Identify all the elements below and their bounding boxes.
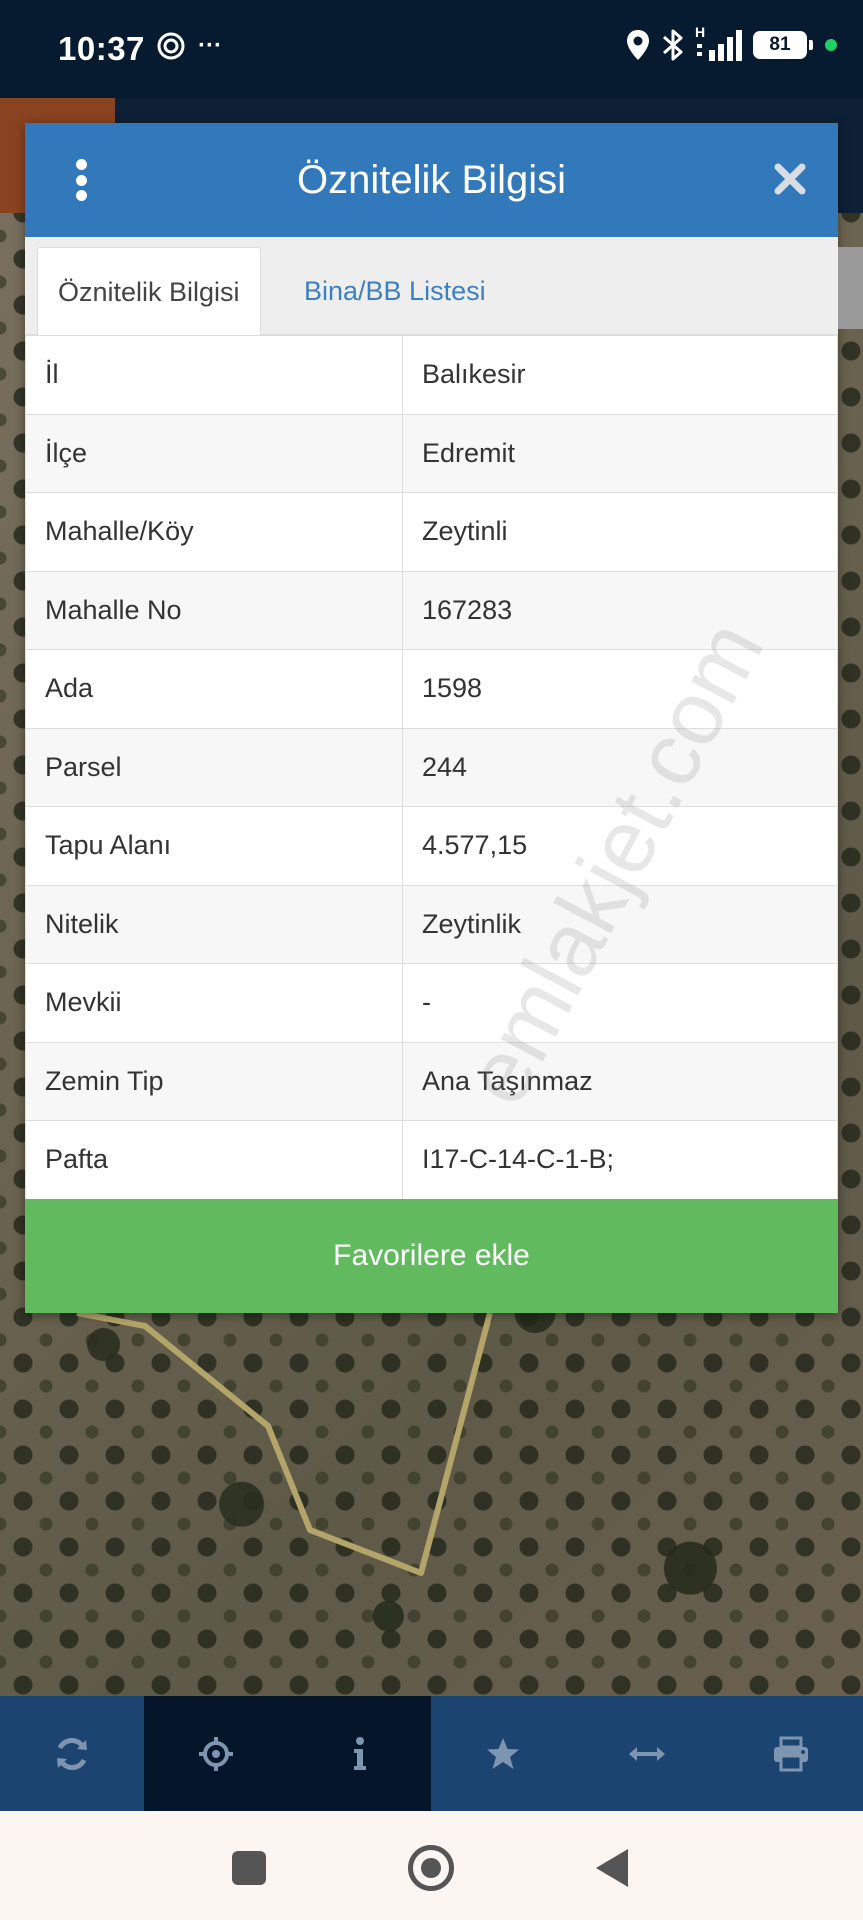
attribute-value: 1598: [402, 649, 838, 729]
table-row: Mahalle No 167283: [25, 570, 838, 650]
table-row: Tapu Alanı 4.577,15: [25, 806, 838, 886]
status-bar: 10:37 ··· H 81: [0, 0, 863, 98]
back-button[interactable]: [596, 1849, 628, 1887]
add-favorites-button[interactable]: Favorilere ekle: [25, 1199, 838, 1313]
attribute-key: Mahalle No: [25, 570, 403, 650]
info-icon: [353, 1736, 366, 1770]
attribute-value: Zeytinli: [402, 492, 838, 572]
scrollbar-thumb[interactable]: [838, 247, 863, 329]
recents-button[interactable]: [232, 1851, 266, 1885]
attribute-key: İlçe: [25, 413, 403, 493]
attribute-value: Zeytinlik: [402, 884, 838, 964]
battery-level: 81: [769, 34, 791, 55]
favorites-button[interactable]: [431, 1696, 575, 1811]
attribute-key: Mevkii: [25, 963, 403, 1043]
print-button[interactable]: [719, 1696, 863, 1811]
tab-attribute-info[interactable]: Öznitelik Bilgisi: [37, 247, 261, 336]
table-row: İlçe Edremit: [25, 413, 838, 493]
crosshair-icon: [198, 1736, 233, 1771]
kebab-menu-icon[interactable]: [75, 159, 87, 201]
attribute-key: Mahalle/Köy: [25, 492, 403, 572]
table-row: Mahalle/Köy Zeytinli: [25, 492, 838, 572]
attribute-key: İl: [25, 335, 403, 415]
attribute-key: Nitelik: [25, 884, 403, 964]
refresh-button[interactable]: [0, 1696, 144, 1811]
attribute-value: 4.577,15: [402, 806, 838, 886]
attribute-popup: Öznitelik Bilgisi Öznitelik Bilgisi Bina…: [25, 123, 838, 1313]
green-dot-icon: [825, 39, 837, 51]
bluetooth-icon: [663, 29, 683, 61]
tab-building-list[interactable]: Bina/BB Listesi: [284, 247, 506, 336]
table-row: İl Balıkesir: [25, 335, 838, 415]
star-icon: [487, 1737, 520, 1769]
attribute-key: Parsel: [25, 727, 403, 807]
location-icon: [627, 30, 649, 60]
attribute-value: Edremit: [402, 413, 838, 493]
print-icon: [774, 1736, 809, 1771]
attribute-value: Balıkesir: [402, 335, 838, 415]
attribute-key: Tapu Alanı: [25, 806, 403, 886]
attribute-key: Ada: [25, 649, 403, 729]
table-row: Mevkii -: [25, 963, 838, 1043]
signal-icon: H: [695, 24, 743, 62]
close-icon[interactable]: [772, 161, 808, 197]
table-row: Nitelik Zeytinlik: [25, 884, 838, 964]
bottom-toolbar: [0, 1696, 863, 1811]
attribute-value: -: [402, 963, 838, 1043]
attribute-value: 167283: [402, 570, 838, 650]
table-row: Parsel 244: [25, 727, 838, 807]
measure-button[interactable]: [575, 1696, 719, 1811]
status-time: 10:37: [58, 30, 145, 67]
popup-header: Öznitelik Bilgisi: [25, 123, 838, 237]
attribute-table: İl Balıkesir İlçe Edremit Mahalle/Köy Zeytinl…: [25, 335, 838, 1200]
attribute-value: Ana Taşınmaz: [402, 1041, 838, 1121]
measure-icon: [629, 1746, 666, 1761]
table-row: Pafta I17-C-14-C-1-B;: [25, 1120, 838, 1200]
attribute-key: Zemin Tip: [25, 1041, 403, 1121]
info-button[interactable]: [287, 1696, 432, 1811]
table-row: Ada 1598: [25, 649, 838, 729]
attribute-value: 244: [402, 727, 838, 807]
attribute-key: Pafta: [25, 1120, 403, 1200]
refresh-icon: [56, 1737, 87, 1770]
popup-title: Öznitelik Bilgisi: [297, 158, 566, 202]
system-nav-bar: [0, 1811, 863, 1920]
home-button[interactable]: [408, 1845, 454, 1891]
table-row: Zemin Tip Ana Taşınmaz: [25, 1041, 838, 1121]
tab-bar: Öznitelik Bilgisi Bina/BB Listesi: [25, 237, 838, 336]
battery-icon: 81: [753, 31, 813, 59]
attribute-value: I17-C-14-C-1-B;: [402, 1120, 838, 1200]
locate-button[interactable]: [143, 1696, 288, 1811]
more-notifications-icon: ···: [198, 32, 222, 59]
at-icon: [157, 32, 185, 60]
